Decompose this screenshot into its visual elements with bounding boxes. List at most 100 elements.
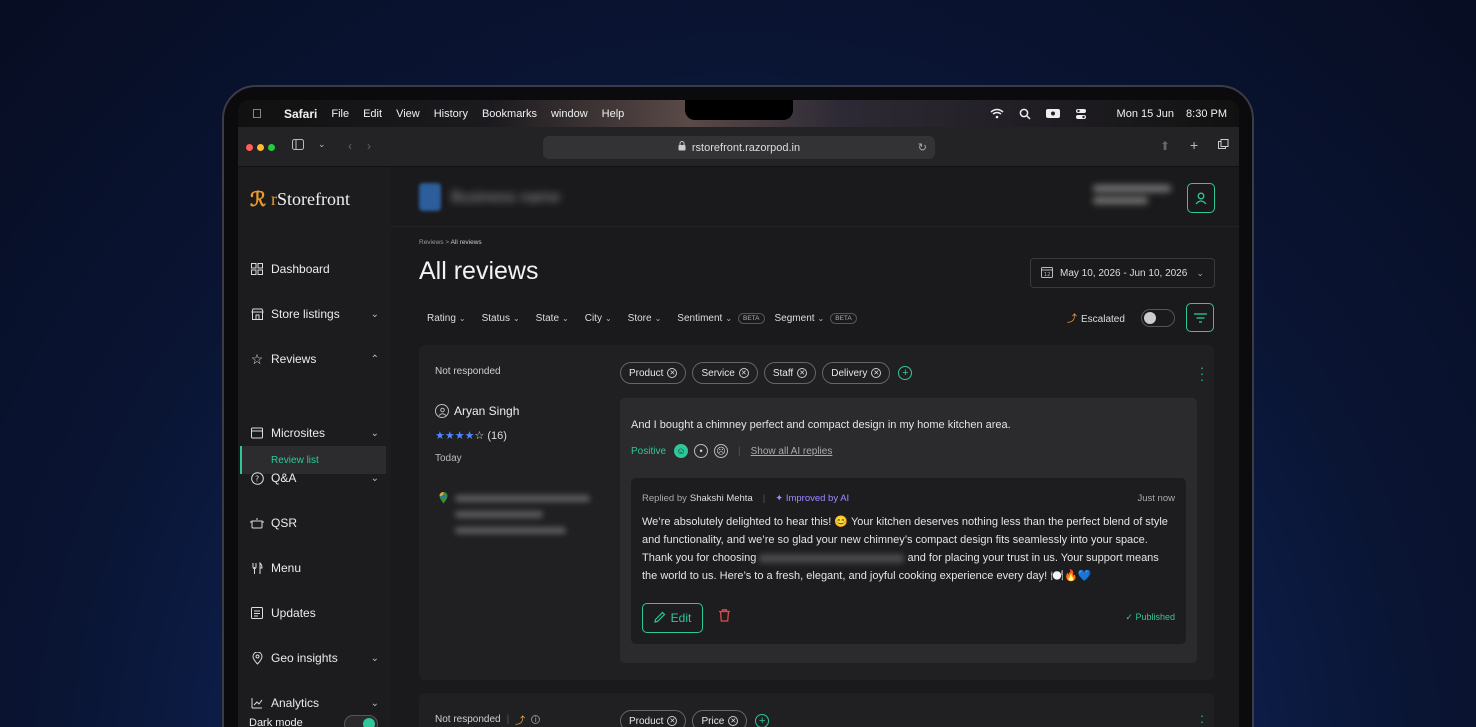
edit-reply-button[interactable]: Edit xyxy=(642,603,703,633)
grid-icon xyxy=(250,262,264,276)
reload-icon[interactable]: ↻ xyxy=(918,141,927,154)
share-icon[interactable]: ⬆ xyxy=(1160,139,1170,153)
sidebar-item-label: Updates xyxy=(271,606,316,620)
tag-product[interactable]: Product ✕ xyxy=(620,362,687,384)
new-tab-icon[interactable]: + xyxy=(1190,137,1198,153)
menu-bookmarks[interactable]: Bookmarks xyxy=(482,108,537,120)
neutral-face-icon[interactable]: • xyxy=(694,444,709,458)
chevron-down-icon[interactable]: ⌄ xyxy=(318,139,326,150)
remove-tag-icon[interactable]: ✕ xyxy=(728,716,739,726)
filter-rating[interactable]: Rating ⌄ xyxy=(427,313,466,324)
chevron-up-icon: ⌃ xyxy=(370,353,379,365)
escalate-arrow-icon: ⤴ xyxy=(515,716,526,727)
star-filled-icon: ★ xyxy=(435,430,445,442)
back-icon[interactable]: ‹ xyxy=(348,139,352,153)
tag-delivery[interactable]: Delivery ✕ xyxy=(822,362,891,384)
divider: | xyxy=(506,714,510,725)
negative-face-icon[interactable]: ☹ xyxy=(714,444,729,458)
filter-segment[interactable]: Segment ⌄ BETA xyxy=(775,312,857,324)
menu-help[interactable]: Help xyxy=(602,108,625,120)
breadcrumb-current: All reviews xyxy=(450,239,482,246)
chevron-down-icon: ⌄ xyxy=(370,697,379,709)
add-tag-icon[interactable]: + xyxy=(898,366,913,380)
address-bar[interactable]: rstorefront.razorpod.in ↻ xyxy=(543,136,935,159)
remove-tag-icon[interactable]: ✕ xyxy=(871,368,882,378)
remove-tag-icon[interactable]: ✕ xyxy=(797,368,808,378)
tag-service[interactable]: Service ✕ xyxy=(692,362,758,384)
screen-record-icon[interactable] xyxy=(1045,108,1061,120)
filter-status[interactable]: Status ⌄ xyxy=(482,313,520,324)
menu-app-name[interactable]: Safari xyxy=(284,107,317,121)
filter-city[interactable]: City ⌄ xyxy=(585,313,612,324)
delete-reply-icon[interactable] xyxy=(719,609,730,625)
remove-tag-icon[interactable]: ✕ xyxy=(667,716,678,726)
more-options-icon[interactable]: ··· xyxy=(1198,709,1206,727)
tag-staff[interactable]: Staff ✕ xyxy=(763,362,817,384)
sidebar-item-reviews[interactable]: ☆ Reviews ⌃ xyxy=(238,344,391,374)
sidebar-item-geo-insights[interactable]: Geo insights ⌄ xyxy=(238,643,391,673)
star-filled-icon: ★ xyxy=(454,430,465,442)
apple-icon[interactable]:  xyxy=(252,106,266,121)
chevron-down-icon: ⌄ xyxy=(458,313,466,323)
sidebar-item-qsr[interactable]: QSR xyxy=(238,508,391,538)
wifi-icon[interactable] xyxy=(989,108,1005,120)
filter-store[interactable]: Store ⌄ xyxy=(628,313,662,324)
sidebar: ℛ rStorefront Dashboard Store listings ⌄… xyxy=(238,167,391,727)
chevron-down-icon: ⌄ xyxy=(370,308,379,320)
sidebar-item-dashboard[interactable]: Dashboard xyxy=(238,254,391,284)
close-window-button[interactable] xyxy=(246,144,253,151)
breadcrumb-root[interactable]: Reviews xyxy=(419,239,444,246)
spotlight-search-icon[interactable] xyxy=(1017,108,1033,120)
sidebar-item-updates[interactable]: Updates xyxy=(238,598,391,628)
control-center-icon[interactable] xyxy=(1073,108,1089,120)
advanced-filter-button[interactable] xyxy=(1186,303,1214,332)
sidebar-item-store-listings[interactable]: Store listings ⌄ xyxy=(238,299,391,329)
menu-edit[interactable]: Edit xyxy=(363,108,382,120)
filter-sentiment[interactable]: Sentiment ⌄ BETA xyxy=(677,312,765,324)
menu-window[interactable]: window xyxy=(551,108,588,120)
business-name-redacted[interactable]: Business name xyxy=(451,189,560,207)
tag-product[interactable]: Product ✕ xyxy=(620,710,687,727)
window-controls xyxy=(246,144,275,151)
user-profile-button[interactable] xyxy=(1187,183,1215,213)
brand-logo[interactable]: ℛ rStorefront xyxy=(250,187,350,211)
rating-count: (16) xyxy=(487,429,507,442)
sidebar-item-qa[interactable]: ? Q&A ⌄ xyxy=(238,463,391,493)
add-tag-icon[interactable]: + xyxy=(755,714,770,727)
escalate-arrow-icon: ⤴ xyxy=(1067,314,1077,325)
mac-menubar:  Safari File Edit View History Bookmark… xyxy=(238,100,1239,127)
reviewer-name: Aryan Singh xyxy=(454,404,520,418)
positive-face-icon[interactable]: ☺ xyxy=(674,444,689,458)
menu-history[interactable]: History xyxy=(434,108,468,120)
filter-state[interactable]: State ⌄ xyxy=(536,313,569,324)
menu-view[interactable]: View xyxy=(396,108,420,120)
more-options-icon[interactable]: ··· xyxy=(1198,361,1206,386)
sidebar-toggle-icon[interactable] xyxy=(292,139,304,153)
escalated-toggle[interactable] xyxy=(1141,309,1175,327)
zoom-window-button[interactable] xyxy=(268,144,275,151)
tabs-overview-icon[interactable] xyxy=(1218,139,1229,153)
forward-icon[interactable]: › xyxy=(367,139,371,153)
filter-bar: Rating ⌄ Status ⌄ State ⌄ City ⌄ Store ⌄ Sent… xyxy=(427,310,873,326)
date-range-picker[interactable]: 12 May 10, 2026 - Jun 10, 2026 ⌄ xyxy=(1030,258,1215,288)
sidebar-item-microsites[interactable]: Microsites ⌄ xyxy=(238,418,391,448)
tag-price[interactable]: Price ✕ xyxy=(692,710,748,727)
svg-text:12: 12 xyxy=(1044,272,1050,278)
show-ai-replies-link[interactable]: Show all AI replies xyxy=(751,446,833,457)
escalated-filter: ⤴ Escalated xyxy=(1067,314,1125,325)
breadcrumb: Reviews > All reviews xyxy=(419,239,482,246)
reply-time: Just now xyxy=(1137,493,1176,504)
dark-mode-toggle[interactable] xyxy=(344,715,378,727)
sidebar-item-label: Microsites xyxy=(271,426,326,440)
sidebar-item-menu[interactable]: Menu xyxy=(238,553,391,583)
published-status: ✓ Published xyxy=(1125,612,1175,622)
pin-icon xyxy=(250,651,264,665)
beta-badge: BETA xyxy=(738,312,765,324)
menubar-time: 8:30 PM xyxy=(1186,107,1227,120)
minimize-window-button[interactable] xyxy=(257,144,264,151)
sidebar-item-analytics[interactable]: Analytics ⌄ xyxy=(238,688,391,718)
menu-file[interactable]: File xyxy=(331,108,349,120)
info-icon[interactable]: i xyxy=(531,715,541,724)
remove-tag-icon[interactable]: ✕ xyxy=(667,368,678,378)
remove-tag-icon[interactable]: ✕ xyxy=(738,368,749,378)
